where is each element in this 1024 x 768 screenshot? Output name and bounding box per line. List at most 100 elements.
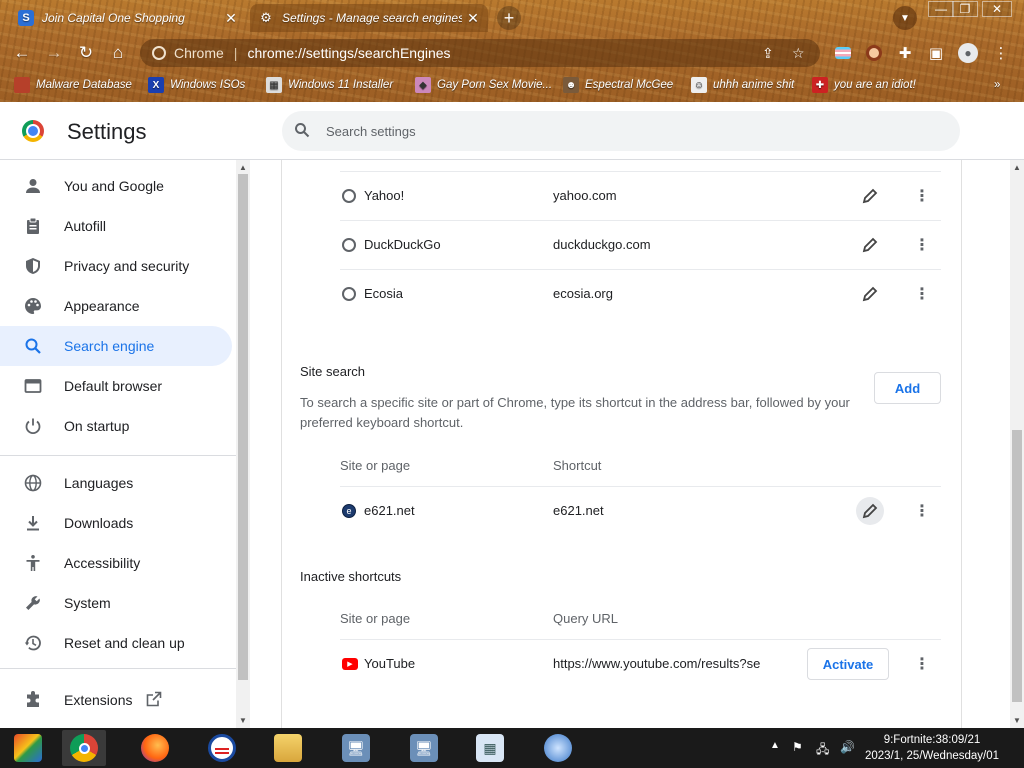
search-settings-box[interactable] — [282, 111, 960, 151]
scroll-down-arrow-icon[interactable]: ▼ — [238, 715, 248, 725]
bookmark-favicon-icon: ☻ — [563, 77, 579, 93]
site-shortcut: e621.net — [553, 503, 604, 518]
add-site-search-button[interactable]: Add — [874, 372, 941, 404]
taskbar-clock-app[interactable] — [536, 730, 580, 766]
profile-avatar-icon[interactable]: ● — [957, 42, 979, 64]
taskbar-firefox[interactable] — [133, 730, 177, 766]
tab-capital-one[interactable]: S Join Capital One Shopping ✕ — [10, 4, 246, 32]
volume-icon[interactable]: 🔊 — [840, 740, 855, 754]
minimize-button[interactable]: — — [928, 1, 954, 17]
more-actions-icon[interactable]: ⋮ — [908, 497, 936, 525]
nav-item-search-engine[interactable]: Search engine — [0, 326, 232, 366]
taskbar-file-explorer[interactable] — [266, 730, 310, 766]
bookmark-you-are-an-idiot[interactable]: ✚ you are an idiot! — [812, 75, 916, 95]
start-icon — [14, 734, 42, 762]
power-icon — [23, 417, 43, 435]
scroll-down-arrow-icon[interactable]: ▼ — [1012, 715, 1022, 725]
browser-icon — [23, 377, 43, 395]
system-clock[interactable]: 9:Fortnite:38:09/21 2023/1, 25/Wednesday… — [862, 732, 1002, 764]
forward-button[interactable]: → — [41, 40, 67, 66]
taskbar-obama[interactable] — [200, 730, 244, 766]
edit-pencil-icon[interactable] — [856, 231, 884, 259]
bookmark-star-icon[interactable]: ☆ — [792, 45, 805, 62]
folder-icon — [274, 734, 302, 762]
taskbar-scheduler[interactable]: ▦ — [468, 730, 512, 766]
nav-item-extensions[interactable]: Extensions — [0, 680, 232, 720]
back-button[interactable]: ← — [9, 40, 35, 66]
nav-item-appearance[interactable]: Appearance — [0, 286, 232, 326]
bookmark-favicon-icon: ◆ — [415, 77, 431, 93]
person-icon — [23, 177, 43, 195]
avatar-extension-icon[interactable] — [863, 42, 885, 64]
url-text: chrome://settings/searchEngines — [247, 45, 451, 61]
query-url: https://www.youtube.com/results?se — [553, 656, 761, 671]
firefox-icon — [141, 734, 169, 762]
new-tab-button[interactable]: + — [497, 6, 521, 30]
nav-item-you-and-google[interactable]: You and Google — [0, 166, 232, 206]
nav-label: System — [64, 595, 111, 611]
activate-button[interactable]: Activate — [807, 648, 889, 680]
edit-pencil-icon[interactable] — [856, 280, 884, 308]
edit-pencil-icon[interactable] — [856, 182, 884, 210]
nav-label: Search engine — [64, 338, 155, 354]
edit-pencil-icon[interactable] — [856, 497, 884, 525]
main-scroll-thumb[interactable] — [1012, 430, 1022, 702]
nav-scroll-thumb[interactable] — [238, 174, 248, 680]
column-header-query-url: Query URL — [553, 611, 619, 626]
address-bar[interactable]: Chrome | chrome://settings/searchEngines… — [140, 39, 820, 67]
scroll-up-arrow-icon[interactable]: ▲ — [238, 162, 248, 172]
bookmark-malware-database[interactable]: Malware Database — [14, 75, 132, 95]
chrome-icon — [70, 734, 98, 762]
nav-item-accessibility[interactable]: Accessibility — [0, 543, 232, 583]
close-window-button[interactable]: ✕ — [982, 1, 1012, 17]
taskbar-setup-2[interactable]: 🖥 — [402, 730, 446, 766]
engine-name: Yahoo! — [364, 188, 405, 203]
close-tab-icon[interactable]: ✕ — [464, 9, 482, 27]
site-search-row-e621: e e621.net e621.net ⋮ — [340, 486, 941, 534]
nav-item-on-startup[interactable]: On startup — [0, 406, 232, 446]
nav-item-reset-and-clean-up[interactable]: Reset and clean up — [0, 623, 232, 663]
bookmark-label: you are an idiot! — [834, 79, 916, 91]
nav-item-privacy-and-security[interactable]: Privacy and security — [0, 246, 232, 286]
tab-settings[interactable]: ⚙ Settings - Manage search engines ✕ — [250, 4, 488, 32]
network-icon[interactable]: 🖧 — [816, 740, 829, 761]
bookmark-windows-11-installer[interactable]: ▦ Windows 11 Installer — [266, 75, 393, 95]
more-actions-icon[interactable]: ⋮ — [908, 650, 936, 678]
bookmark-espectral-mcgee[interactable]: ☻ Espectral McGee — [563, 75, 673, 95]
start-button[interactable] — [6, 730, 50, 766]
nav-item-system[interactable]: System — [0, 583, 232, 623]
nav-divider — [0, 668, 236, 669]
bookmarks-overflow-icon[interactable]: » — [994, 75, 1000, 95]
nav-item-downloads[interactable]: Downloads — [0, 503, 232, 543]
nav-item-languages[interactable]: Languages — [0, 463, 232, 503]
nav-item-default-browser[interactable]: Default browser — [0, 366, 232, 406]
bookmark-anime[interactable]: ☺ uhhh anime shit — [691, 75, 794, 95]
reload-button[interactable]: ↻ — [73, 40, 99, 66]
bookmark-movie[interactable]: ◆ Gay Porn Sex Movie... — [415, 75, 552, 95]
more-actions-icon[interactable]: ⋮ — [908, 231, 936, 259]
more-actions-icon[interactable]: ⋮ — [908, 182, 936, 210]
taskbar-setup-1[interactable]: 🖥 — [334, 730, 378, 766]
search-input[interactable] — [326, 123, 926, 139]
show-hidden-icons-icon[interactable]: ▲ — [770, 740, 780, 751]
maximize-button[interactable]: ❐ — [952, 1, 978, 17]
main-scrollbar[interactable]: ▲ ▼ — [1010, 160, 1024, 728]
flag-tray-icon[interactable]: ⚑ — [792, 740, 803, 754]
close-tab-icon[interactable]: ✕ — [222, 9, 240, 27]
clock-time: 9:Fortnite:38:09/21 — [883, 734, 981, 746]
flag-extension-icon[interactable] — [832, 42, 854, 64]
nav-scrollbar[interactable]: ▲ ▼ — [236, 160, 250, 728]
nav-item-autofill[interactable]: Autofill — [0, 206, 232, 246]
puzzle-icon[interactable]: ✚ — [894, 42, 916, 64]
home-button[interactable]: ⌂ — [105, 40, 131, 66]
menu-kebab-icon[interactable]: ⋮ — [990, 42, 1012, 64]
bookmark-windows-isos[interactable]: X Windows ISOs — [148, 75, 245, 95]
scroll-up-arrow-icon[interactable]: ▲ — [1012, 162, 1022, 172]
more-actions-icon[interactable]: ⋮ — [908, 280, 936, 308]
gear-icon: ⚙ — [260, 10, 272, 25]
taskbar-chrome[interactable] — [62, 730, 106, 766]
side-panel-icon[interactable]: ▣ — [925, 42, 947, 64]
share-icon[interactable]: ⇪ — [762, 45, 774, 62]
globe-icon — [342, 238, 356, 252]
tab-search-button[interactable]: ▼ — [893, 6, 917, 30]
